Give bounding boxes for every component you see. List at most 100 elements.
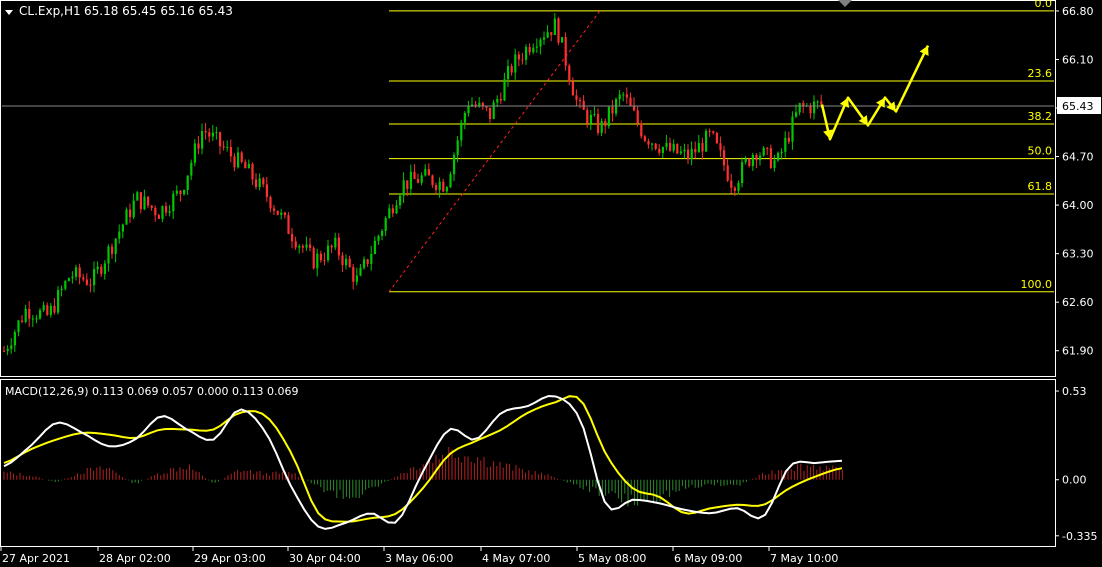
candle-body — [129, 209, 132, 218]
candle-body — [114, 238, 117, 254]
candle-body — [132, 200, 135, 218]
candle-body — [622, 94, 625, 96]
candle-body — [402, 180, 405, 196]
candle-body — [417, 178, 420, 183]
candle-body — [600, 121, 603, 133]
candle-body — [499, 98, 502, 101]
candle-body — [226, 146, 229, 148]
candle-body — [211, 132, 214, 137]
candle-body — [690, 148, 693, 160]
fib-level-label: 38.2 — [1028, 110, 1053, 123]
candle-body — [366, 259, 369, 264]
candle-body — [273, 208, 276, 211]
candle-body — [705, 130, 708, 152]
candle-body — [237, 152, 240, 168]
candle-body — [442, 181, 445, 192]
candle-body — [449, 174, 452, 188]
candle-body — [165, 206, 168, 213]
candle-body — [607, 106, 610, 127]
candle-body — [791, 116, 794, 142]
candle-body — [96, 266, 99, 270]
candle-body — [557, 18, 560, 43]
time-tick-label: 29 Apr 03:00 — [194, 552, 266, 565]
candle-body — [553, 18, 556, 36]
candle-body — [561, 37, 564, 43]
axes: 66.8066.1065.4064.7064.0063.3062.6061.90… — [0, 5, 1097, 565]
candle-body — [694, 148, 697, 153]
candle-body — [100, 266, 103, 274]
candle-body — [593, 114, 596, 116]
candle-body — [798, 103, 801, 113]
candle-body — [359, 267, 362, 276]
candle-body — [427, 169, 430, 176]
candle-body — [85, 279, 88, 285]
chart-canvas[interactable]: 0.023.638.250.061.8100.0 66.8066.1065.40… — [0, 0, 1102, 567]
price-tick-label: 62.60 — [1062, 296, 1094, 309]
candle-body — [795, 112, 798, 117]
fib-level-label: 61.8 — [1028, 180, 1053, 193]
candle-body — [521, 59, 524, 61]
candle-body — [75, 267, 78, 277]
candle-body — [611, 106, 614, 114]
candle-body — [769, 148, 772, 168]
projection-path[interactable] — [820, 45, 930, 141]
candle-body — [312, 247, 315, 269]
candle-body — [316, 253, 319, 269]
candle-body — [643, 136, 646, 141]
candle-body — [150, 205, 153, 208]
candle-body — [669, 142, 672, 151]
candle-body — [111, 246, 114, 254]
candle-body — [813, 101, 816, 114]
candle-body — [744, 159, 747, 163]
price-panel-frame — [0, 0, 1056, 377]
candle-body — [762, 147, 765, 156]
candle-body — [532, 47, 535, 53]
projection-arrows[interactable] — [820, 45, 930, 141]
macd-tick-label: 0.53 — [1062, 385, 1087, 398]
candle-body — [751, 154, 754, 166]
price-tick-label: 63.30 — [1062, 248, 1094, 261]
time-tick-label: 4 May 07:00 — [482, 552, 550, 565]
candle-body — [53, 305, 56, 313]
macd-tick-label: 0.00 — [1062, 474, 1087, 487]
candle-body — [409, 171, 412, 189]
candle-body — [10, 345, 13, 349]
candle-body — [352, 267, 355, 282]
candle-body — [172, 193, 175, 212]
candle-body — [291, 233, 294, 242]
candle-body — [715, 132, 718, 144]
symbol-menu-icon[interactable] — [5, 10, 13, 15]
candle-body — [748, 159, 751, 166]
candle-body — [341, 255, 344, 266]
shift-marker-icon[interactable] — [838, 0, 852, 7]
candle-body — [413, 171, 416, 179]
candle-body — [327, 245, 330, 261]
candle-body — [719, 143, 722, 151]
candle-body — [60, 288, 63, 291]
candle-body — [586, 109, 589, 124]
candle-body — [186, 175, 189, 190]
candle-body — [546, 32, 549, 38]
candle-body — [575, 95, 578, 100]
candle-body — [395, 205, 398, 214]
candle-body — [323, 260, 326, 262]
macd-indicator — [3, 394, 843, 530]
candle-body — [640, 123, 643, 137]
macd-signal-line — [3, 395, 843, 523]
candle-body — [467, 106, 470, 114]
candle-body — [507, 66, 510, 80]
time-tick-label: 30 Apr 04:00 — [289, 552, 361, 565]
candle-body — [435, 185, 438, 190]
candle-body — [154, 207, 157, 216]
candle-body — [514, 54, 517, 73]
candle-body — [373, 240, 376, 254]
time-tick-label: 27 Apr 2021 — [2, 552, 70, 565]
candle-body — [258, 178, 261, 187]
candle-body — [517, 54, 520, 60]
macd-tick-label: -0.335 — [1062, 530, 1097, 543]
candle-body — [701, 143, 704, 152]
candle-body — [377, 235, 380, 241]
candle-body — [460, 122, 463, 141]
current-price-text: 65.43 — [1062, 100, 1094, 113]
candle-body — [82, 277, 85, 280]
